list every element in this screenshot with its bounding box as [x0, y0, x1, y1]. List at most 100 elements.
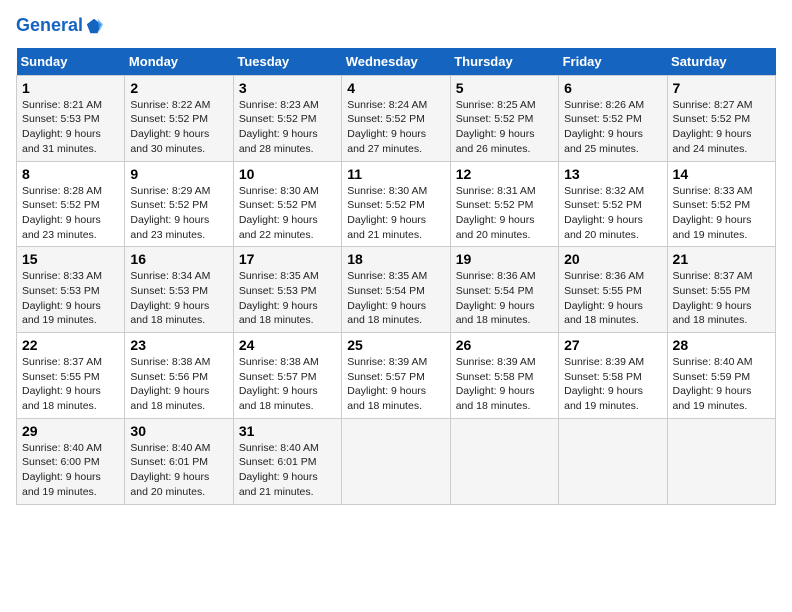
- day-number: 5: [456, 80, 553, 96]
- day-info: Sunrise: 8:30 AM Sunset: 5:52 PM Dayligh…: [239, 184, 336, 243]
- day-info: Sunrise: 8:36 AM Sunset: 5:54 PM Dayligh…: [456, 269, 553, 328]
- calendar-cell: 31 Sunrise: 8:40 AM Sunset: 6:01 PM Dayl…: [233, 418, 341, 504]
- day-number: 24: [239, 337, 336, 353]
- day-number: 22: [22, 337, 119, 353]
- calendar-cell: [559, 418, 667, 504]
- day-number: 17: [239, 251, 336, 267]
- calendar-cell: 11 Sunrise: 8:30 AM Sunset: 5:52 PM Dayl…: [342, 161, 450, 247]
- calendar-cell: 30 Sunrise: 8:40 AM Sunset: 6:01 PM Dayl…: [125, 418, 233, 504]
- day-number: 26: [456, 337, 553, 353]
- day-info: Sunrise: 8:39 AM Sunset: 5:58 PM Dayligh…: [564, 355, 661, 414]
- day-info: Sunrise: 8:40 AM Sunset: 6:00 PM Dayligh…: [22, 441, 119, 500]
- day-info: Sunrise: 8:33 AM Sunset: 5:53 PM Dayligh…: [22, 269, 119, 328]
- day-info: Sunrise: 8:39 AM Sunset: 5:58 PM Dayligh…: [456, 355, 553, 414]
- day-info: Sunrise: 8:32 AM Sunset: 5:52 PM Dayligh…: [564, 184, 661, 243]
- calendar-cell: 10 Sunrise: 8:30 AM Sunset: 5:52 PM Dayl…: [233, 161, 341, 247]
- calendar-cell: [450, 418, 558, 504]
- day-info: Sunrise: 8:24 AM Sunset: 5:52 PM Dayligh…: [347, 98, 444, 157]
- day-number: 1: [22, 80, 119, 96]
- day-number: 21: [673, 251, 770, 267]
- day-header-wednesday: Wednesday: [342, 48, 450, 76]
- calendar-cell: 9 Sunrise: 8:29 AM Sunset: 5:52 PM Dayli…: [125, 161, 233, 247]
- calendar-cell: 28 Sunrise: 8:40 AM Sunset: 5:59 PM Dayl…: [667, 333, 775, 419]
- day-header-saturday: Saturday: [667, 48, 775, 76]
- day-header-tuesday: Tuesday: [233, 48, 341, 76]
- day-info: Sunrise: 8:35 AM Sunset: 5:54 PM Dayligh…: [347, 269, 444, 328]
- day-info: Sunrise: 8:27 AM Sunset: 5:52 PM Dayligh…: [673, 98, 770, 157]
- calendar-cell: 14 Sunrise: 8:33 AM Sunset: 5:52 PM Dayl…: [667, 161, 775, 247]
- calendar-cell: 22 Sunrise: 8:37 AM Sunset: 5:55 PM Dayl…: [17, 333, 125, 419]
- day-info: Sunrise: 8:40 AM Sunset: 6:01 PM Dayligh…: [130, 441, 227, 500]
- calendar-cell: 1 Sunrise: 8:21 AM Sunset: 5:53 PM Dayli…: [17, 75, 125, 161]
- day-info: Sunrise: 8:30 AM Sunset: 5:52 PM Dayligh…: [347, 184, 444, 243]
- day-number: 10: [239, 166, 336, 182]
- calendar-cell: 3 Sunrise: 8:23 AM Sunset: 5:52 PM Dayli…: [233, 75, 341, 161]
- day-info: Sunrise: 8:40 AM Sunset: 5:59 PM Dayligh…: [673, 355, 770, 414]
- calendar-cell: 8 Sunrise: 8:28 AM Sunset: 5:52 PM Dayli…: [17, 161, 125, 247]
- day-header-sunday: Sunday: [17, 48, 125, 76]
- day-number: 19: [456, 251, 553, 267]
- calendar-cell: [667, 418, 775, 504]
- day-info: Sunrise: 8:33 AM Sunset: 5:52 PM Dayligh…: [673, 184, 770, 243]
- calendar-cell: 13 Sunrise: 8:32 AM Sunset: 5:52 PM Dayl…: [559, 161, 667, 247]
- calendar-cell: 29 Sunrise: 8:40 AM Sunset: 6:00 PM Dayl…: [17, 418, 125, 504]
- day-number: 27: [564, 337, 661, 353]
- calendar-table: SundayMondayTuesdayWednesdayThursdayFrid…: [16, 48, 776, 505]
- calendar-cell: 5 Sunrise: 8:25 AM Sunset: 5:52 PM Dayli…: [450, 75, 558, 161]
- day-number: 8: [22, 166, 119, 182]
- day-number: 6: [564, 80, 661, 96]
- calendar-cell: 19 Sunrise: 8:36 AM Sunset: 5:54 PM Dayl…: [450, 247, 558, 333]
- calendar-cell: 26 Sunrise: 8:39 AM Sunset: 5:58 PM Dayl…: [450, 333, 558, 419]
- day-info: Sunrise: 8:37 AM Sunset: 5:55 PM Dayligh…: [22, 355, 119, 414]
- calendar-cell: [342, 418, 450, 504]
- day-number: 14: [673, 166, 770, 182]
- logo-icon: [85, 17, 103, 35]
- day-number: 29: [22, 423, 119, 439]
- day-info: Sunrise: 8:25 AM Sunset: 5:52 PM Dayligh…: [456, 98, 553, 157]
- day-number: 7: [673, 80, 770, 96]
- calendar-cell: 18 Sunrise: 8:35 AM Sunset: 5:54 PM Dayl…: [342, 247, 450, 333]
- calendar-cell: 20 Sunrise: 8:36 AM Sunset: 5:55 PM Dayl…: [559, 247, 667, 333]
- day-number: 18: [347, 251, 444, 267]
- day-info: Sunrise: 8:21 AM Sunset: 5:53 PM Dayligh…: [22, 98, 119, 157]
- day-number: 11: [347, 166, 444, 182]
- calendar-cell: 7 Sunrise: 8:27 AM Sunset: 5:52 PM Dayli…: [667, 75, 775, 161]
- calendar-cell: 16 Sunrise: 8:34 AM Sunset: 5:53 PM Dayl…: [125, 247, 233, 333]
- calendar-cell: 27 Sunrise: 8:39 AM Sunset: 5:58 PM Dayl…: [559, 333, 667, 419]
- day-header-friday: Friday: [559, 48, 667, 76]
- day-number: 20: [564, 251, 661, 267]
- day-info: Sunrise: 8:23 AM Sunset: 5:52 PM Dayligh…: [239, 98, 336, 157]
- day-number: 15: [22, 251, 119, 267]
- day-header-monday: Monday: [125, 48, 233, 76]
- day-number: 16: [130, 251, 227, 267]
- day-info: Sunrise: 8:39 AM Sunset: 5:57 PM Dayligh…: [347, 355, 444, 414]
- calendar-cell: 4 Sunrise: 8:24 AM Sunset: 5:52 PM Dayli…: [342, 75, 450, 161]
- day-number: 3: [239, 80, 336, 96]
- day-info: Sunrise: 8:38 AM Sunset: 5:57 PM Dayligh…: [239, 355, 336, 414]
- calendar-cell: 24 Sunrise: 8:38 AM Sunset: 5:57 PM Dayl…: [233, 333, 341, 419]
- day-info: Sunrise: 8:36 AM Sunset: 5:55 PM Dayligh…: [564, 269, 661, 328]
- day-info: Sunrise: 8:34 AM Sunset: 5:53 PM Dayligh…: [130, 269, 227, 328]
- logo: General: [16, 16, 103, 36]
- day-number: 31: [239, 423, 336, 439]
- day-info: Sunrise: 8:22 AM Sunset: 5:52 PM Dayligh…: [130, 98, 227, 157]
- day-number: 13: [564, 166, 661, 182]
- day-info: Sunrise: 8:31 AM Sunset: 5:52 PM Dayligh…: [456, 184, 553, 243]
- day-number: 2: [130, 80, 227, 96]
- day-header-thursday: Thursday: [450, 48, 558, 76]
- day-number: 30: [130, 423, 227, 439]
- day-info: Sunrise: 8:26 AM Sunset: 5:52 PM Dayligh…: [564, 98, 661, 157]
- day-number: 25: [347, 337, 444, 353]
- day-info: Sunrise: 8:37 AM Sunset: 5:55 PM Dayligh…: [673, 269, 770, 328]
- calendar-cell: 6 Sunrise: 8:26 AM Sunset: 5:52 PM Dayli…: [559, 75, 667, 161]
- day-number: 4: [347, 80, 444, 96]
- day-number: 28: [673, 337, 770, 353]
- calendar-cell: 15 Sunrise: 8:33 AM Sunset: 5:53 PM Dayl…: [17, 247, 125, 333]
- calendar-cell: 17 Sunrise: 8:35 AM Sunset: 5:53 PM Dayl…: [233, 247, 341, 333]
- day-info: Sunrise: 8:28 AM Sunset: 5:52 PM Dayligh…: [22, 184, 119, 243]
- day-number: 12: [456, 166, 553, 182]
- day-number: 23: [130, 337, 227, 353]
- calendar-cell: 25 Sunrise: 8:39 AM Sunset: 5:57 PM Dayl…: [342, 333, 450, 419]
- calendar-cell: 21 Sunrise: 8:37 AM Sunset: 5:55 PM Dayl…: [667, 247, 775, 333]
- day-info: Sunrise: 8:29 AM Sunset: 5:52 PM Dayligh…: [130, 184, 227, 243]
